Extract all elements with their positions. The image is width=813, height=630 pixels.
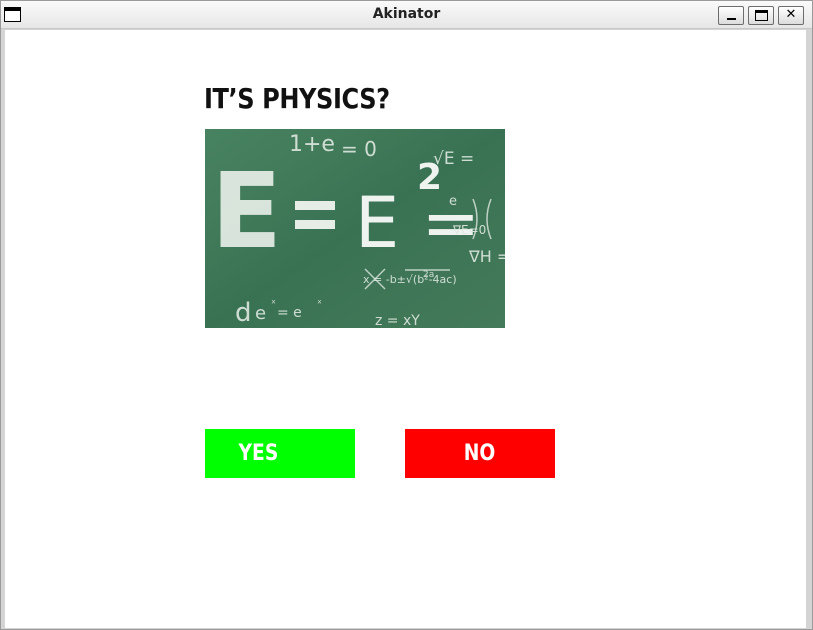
svg-text:∇E=0: ∇E=0	[452, 223, 486, 237]
question-text: IT’S PHYSICS?	[204, 82, 390, 115]
svg-text:e: e	[449, 194, 457, 209]
content-area: IT’S PHYSICS? E E = mc 2	[5, 30, 806, 628]
svg-text:= 0: = 0	[341, 137, 377, 161]
svg-text:E: E	[211, 150, 282, 272]
svg-text:∇H = 0: ∇H = 0	[468, 247, 505, 266]
svg-text:1+e: 1+e	[289, 132, 335, 157]
maximize-button[interactable]	[748, 6, 774, 25]
svg-text:z = xY: z = xY	[375, 313, 420, 328]
svg-text:√E =: √E =	[433, 149, 474, 169]
close-icon: ✕	[785, 7, 797, 22]
svg-text:= e: = e	[277, 305, 302, 321]
no-button[interactable]: NO	[405, 429, 555, 478]
svg-text:ˣ: ˣ	[317, 297, 322, 310]
maximize-icon	[755, 10, 768, 21]
minimize-icon	[727, 18, 736, 20]
svg-text:x = -b±√(b²-4ac): x = -b±√(b²-4ac)	[363, 273, 457, 286]
svg-text:d: d	[235, 298, 252, 328]
yes-button[interactable]: YES	[205, 429, 355, 478]
no-label: NO	[464, 441, 496, 466]
physics-chalkboard-image: E E = mc 2 1+e = 0 √E = e ∇E=0 ∇H = 0 x …	[205, 129, 505, 328]
yes-label: YES	[238, 441, 279, 466]
svg-text:e: e	[255, 303, 266, 324]
svg-text:2a: 2a	[423, 270, 434, 280]
title-bar[interactable]: Akinator ✕	[1, 1, 812, 29]
minimize-button[interactable]	[718, 6, 744, 25]
svg-text:ˣ: ˣ	[271, 297, 276, 310]
window-title: Akinator	[372, 6, 441, 22]
app-window: Akinator ✕ IT’S PHYSICS? E E = 2 1+e = 0…	[0, 0, 813, 630]
close-button[interactable]: ✕	[778, 6, 804, 25]
